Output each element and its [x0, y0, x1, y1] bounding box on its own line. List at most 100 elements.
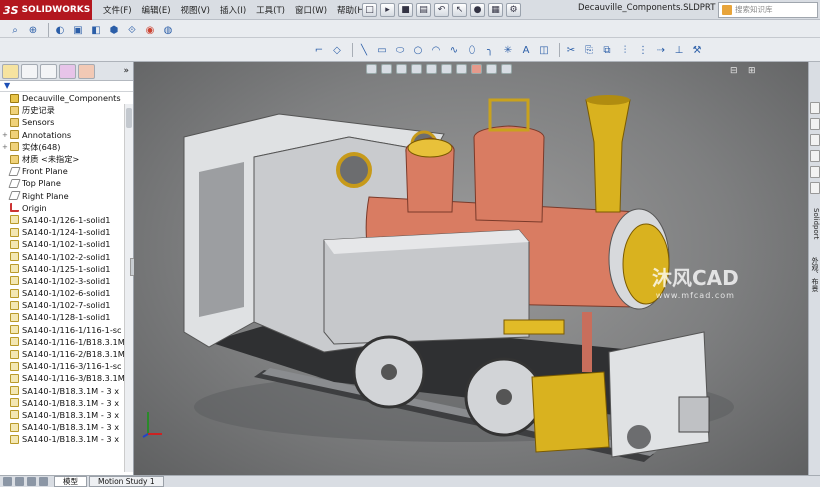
smart-dimension-icon[interactable]: ◇: [330, 44, 344, 57]
view-settings-icon[interactable]: [501, 64, 512, 74]
point-icon[interactable]: ✳: [501, 44, 515, 57]
tree-item[interactable]: SA140-1/128-1-solid1: [2, 311, 133, 323]
previous-view-icon[interactable]: ◐: [53, 24, 67, 37]
options-gear-icon[interactable]: ⚙: [506, 3, 521, 17]
tree-item[interactable]: 材质 <未指定>: [2, 153, 133, 165]
tree-item[interactable]: SA140-1/116-1/B18.3.1M: [2, 336, 133, 348]
tree-item[interactable]: SA140-1/B18.3.1M - 3 x: [2, 433, 133, 445]
save-icon[interactable]: ■: [398, 3, 413, 17]
file-properties-icon[interactable]: ▦: [488, 3, 503, 17]
view-palette-icon[interactable]: [810, 150, 820, 162]
design-library-icon[interactable]: [810, 118, 820, 130]
scrollbar-thumb[interactable]: [126, 108, 132, 128]
task-pane-tab-solidport[interactable]: Solidport: [810, 202, 820, 246]
text-icon[interactable]: A: [519, 44, 533, 57]
arc-icon[interactable]: ◠: [429, 44, 443, 57]
appearances-scenes-icon[interactable]: [810, 166, 820, 178]
ellipse-icon[interactable]: ⬯: [465, 44, 479, 57]
view-orientation-icon[interactable]: ◧: [89, 24, 103, 37]
tree-item[interactable]: SA140-1/116-3/B18.3.1M: [2, 372, 133, 384]
tree-item[interactable]: SA140-1/126-1-solid1: [2, 214, 133, 226]
search-knowledge-base-input[interactable]: 搜索知识库: [718, 2, 818, 18]
tab-motion-study-1[interactable]: Motion Study 1: [89, 476, 164, 487]
tree-item[interactable]: SA140-1/102-6-solid1: [2, 287, 133, 299]
tree-item[interactable]: SA140-1/116-1/116-1-sc: [2, 324, 133, 336]
tree-item[interactable]: SA140-1/125-1-solid1: [2, 263, 133, 275]
display-style-icon[interactable]: ⬢: [107, 24, 121, 37]
sketch-icon[interactable]: ⌐: [312, 44, 326, 57]
convert-entities-icon[interactable]: ⎘: [582, 44, 596, 57]
feature-tree-scrollbar[interactable]: [124, 104, 133, 472]
menu-window[interactable]: 窗口(W): [290, 4, 332, 16]
display-manager-tab-icon[interactable]: [78, 63, 95, 79]
tree-item[interactable]: SA140-1/116-3/116-1-sc: [2, 360, 133, 372]
property-manager-tab-icon[interactable]: [21, 63, 38, 79]
section-view-icon[interactable]: ▣: [71, 24, 85, 37]
tree-item[interactable]: 历史记录: [2, 104, 133, 116]
tree-item[interactable]: SA140-1/102-3-solid1: [2, 275, 133, 287]
zoom-area-icon[interactable]: ⊕: [26, 24, 40, 37]
rectangle-icon[interactable]: ▭: [375, 44, 389, 57]
apply-scene-icon[interactable]: ◍: [161, 24, 175, 37]
file-explorer-icon[interactable]: [810, 134, 820, 146]
previous-tab-icon[interactable]: [15, 477, 24, 486]
viewport-maximize-icon[interactable]: ⊞: [748, 66, 756, 76]
expand-panel-icon[interactable]: »: [123, 66, 129, 76]
tree-item[interactable]: SA140-1/102-7-solid1: [2, 299, 133, 311]
tree-item[interactable]: Right Plane: [2, 190, 133, 202]
task-pane-tab-appearance[interactable]: 外观、布景: [810, 252, 820, 296]
zoom-fit-icon[interactable]: ⌕: [8, 24, 22, 37]
line-icon[interactable]: ╲: [357, 44, 371, 57]
select-pointer-icon[interactable]: ↖: [452, 3, 467, 17]
circle-icon[interactable]: ○: [411, 44, 425, 57]
previous-view-icon[interactable]: [396, 64, 407, 74]
menu-insert[interactable]: 插入(I): [215, 4, 251, 16]
tree-item[interactable]: Top Plane: [2, 177, 133, 189]
tree-item[interactable]: SA140-1/B18.3.1M - 3 x: [2, 397, 133, 409]
tree-item[interactable]: SA140-1/102-2-solid1: [2, 250, 133, 262]
view-orientation-icon[interactable]: [426, 64, 437, 74]
spline-icon[interactable]: ∿: [447, 44, 461, 57]
tree-item[interactable]: + Annotations: [2, 129, 133, 141]
custom-properties-icon[interactable]: [810, 182, 820, 194]
tree-item[interactable]: Origin: [2, 202, 133, 214]
menu-file[interactable]: 文件(F): [98, 4, 137, 16]
solidworks-resources-icon[interactable]: [810, 102, 820, 114]
hide-show-items-icon[interactable]: ⟐: [125, 24, 139, 37]
tree-root[interactable]: Decauville_Components: [2, 92, 133, 104]
mirror-entities-icon[interactable]: ⫶: [618, 44, 632, 57]
apply-scene-icon[interactable]: [486, 64, 497, 74]
edit-appearance-icon[interactable]: ◉: [143, 24, 157, 37]
offset-entities-icon[interactable]: ⧉: [600, 44, 614, 57]
solidworks-logo[interactable]: 3S SOLIDWORKS: [0, 0, 92, 20]
menu-tools[interactable]: 工具(T): [251, 4, 290, 16]
last-tab-icon[interactable]: [39, 477, 48, 486]
repair-sketch-icon[interactable]: ⚒: [690, 44, 704, 57]
next-tab-icon[interactable]: [27, 477, 36, 486]
viewport-restore-icon[interactable]: ⊟: [730, 66, 738, 76]
menu-view[interactable]: 视图(V): [176, 4, 215, 16]
print-icon[interactable]: ▤: [416, 3, 431, 17]
tree-item[interactable]: + 实体(648): [2, 141, 133, 153]
undo-icon[interactable]: ↶: [434, 3, 449, 17]
filter-icon[interactable]: ▼: [0, 81, 133, 92]
tree-item[interactable]: SA140-1/124-1-solid1: [2, 226, 133, 238]
section-view-icon[interactable]: [411, 64, 422, 74]
zoom-to-area-icon[interactable]: [381, 64, 392, 74]
rebuild-icon[interactable]: ●: [470, 3, 485, 17]
open-file-icon[interactable]: ▸: [380, 3, 395, 17]
display-relations-icon[interactable]: ⊥: [672, 44, 686, 57]
first-tab-icon[interactable]: [3, 477, 12, 486]
dimxpert-tab-icon[interactable]: [59, 63, 76, 79]
tree-item[interactable]: SA140-1/102-1-solid1: [2, 238, 133, 250]
move-entities-icon[interactable]: ⇢: [654, 44, 668, 57]
new-document-icon[interactable]: □: [362, 3, 377, 17]
display-style-icon[interactable]: [441, 64, 452, 74]
plane-icon[interactable]: ◫: [537, 44, 551, 57]
tree-item[interactable]: SA140-1/B18.3.1M - 3 x: [2, 385, 133, 397]
tab-model[interactable]: 模型: [54, 476, 87, 487]
tree-item[interactable]: SA140-1/116-2/B18.3.1M: [2, 348, 133, 360]
zoom-to-fit-icon[interactable]: [366, 64, 377, 74]
tree-item[interactable]: Front Plane: [2, 165, 133, 177]
tree-item[interactable]: SA140-1/B18.3.1M - 3 x: [2, 421, 133, 433]
